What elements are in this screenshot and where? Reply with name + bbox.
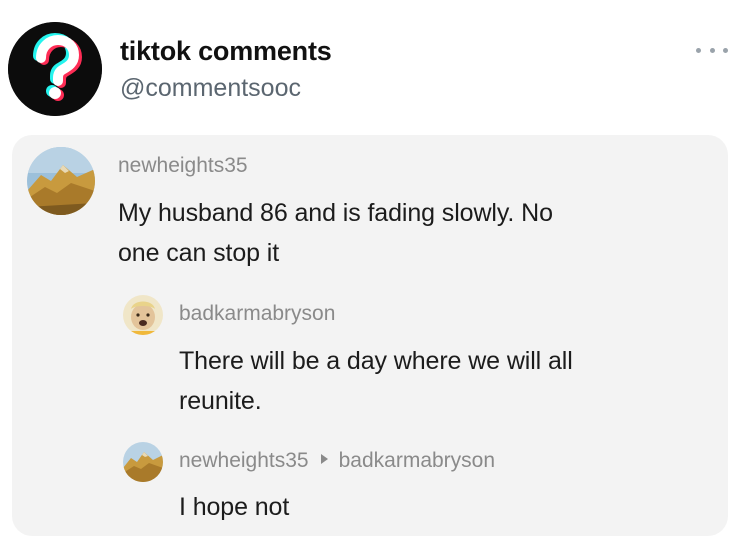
profile-avatar[interactable] (8, 22, 102, 116)
ellipsis-icon (723, 47, 728, 53)
ellipsis-icon (709, 47, 715, 53)
reply-to-username[interactable]: badkarmabryson (339, 449, 495, 472)
more-options-button[interactable] (696, 40, 728, 60)
reply-text: There will be a day where we will all re… (179, 341, 573, 421)
ellipsis-icon (696, 47, 701, 53)
comment-text: My husband 86 and is fading slowly. No o… (118, 193, 553, 273)
avatar[interactable] (27, 147, 95, 215)
comment-text-line: one can stop it (118, 239, 280, 267)
comment-text-line: My husband 86 and is fading slowly. No (118, 199, 553, 227)
account-handle[interactable]: @commentsooc (120, 74, 301, 103)
mountain-avatar-icon (123, 442, 163, 482)
reply-text-line: I hope not (179, 493, 290, 521)
avatar[interactable] (123, 442, 163, 482)
reply-username[interactable]: badkarmabryson (179, 302, 335, 326)
account-name[interactable]: tiktok comments (120, 36, 332, 67)
avatar[interactable] (123, 295, 163, 335)
reply-header: newheights35 badkarmabryson (179, 449, 495, 473)
face-avatar-icon (123, 295, 163, 335)
comment-username[interactable]: newheights35 (118, 154, 248, 178)
reply-text-line: There will be a day where we will all (179, 347, 573, 375)
mountain-avatar-icon (27, 147, 95, 215)
reply-arrow-icon (320, 454, 328, 465)
comment-card: newheights35 My husband 86 and is fading… (12, 135, 728, 536)
post-header: tiktok comments @commentsooc (8, 22, 732, 122)
question-mark-icon (8, 22, 102, 116)
reply-username[interactable]: newheights35 (179, 449, 309, 472)
reply-text: I hope not (179, 487, 289, 527)
reply-text-line: reunite. (179, 387, 262, 415)
